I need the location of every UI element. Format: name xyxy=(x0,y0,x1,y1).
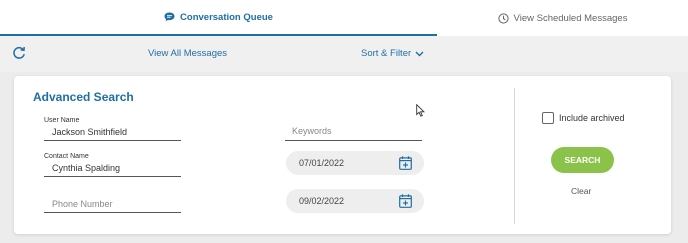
keywords-field[interactable]: Keywords xyxy=(280,122,440,142)
contact-name-field[interactable]: Contact Name Cynthia Spalding xyxy=(33,153,193,177)
contact-name-value: Cynthia Spalding xyxy=(52,163,121,173)
tab-bar: Conversation Queue View Scheduled Messag… xyxy=(0,0,688,36)
chat-bubble-icon xyxy=(164,12,175,22)
calendar-plus-icon[interactable] xyxy=(399,194,412,208)
tab-conversation-queue[interactable]: Conversation Queue xyxy=(0,0,437,36)
phone-number-underline xyxy=(44,212,181,213)
start-date-value: 07/01/2022 xyxy=(299,158,345,168)
toolbar: View All Messages Sort & Filter xyxy=(0,36,688,72)
contact-name-underline xyxy=(44,176,181,177)
chevron-down-icon xyxy=(415,51,424,56)
contact-name-label: Contact Name xyxy=(44,153,89,160)
view-all-messages-link[interactable]: View All Messages xyxy=(148,48,227,59)
user-name-label: User Name xyxy=(44,117,80,124)
tab-view-scheduled-messages-label: View Scheduled Messages xyxy=(513,12,628,24)
search-button[interactable]: SEARCH xyxy=(551,147,614,173)
tab-conversation-queue-label: Conversation Queue xyxy=(180,11,273,23)
advanced-search-panel: Advanced Search User Name Jackson Smithf… xyxy=(14,76,671,234)
calendar-plus-icon[interactable] xyxy=(399,156,412,170)
include-archived-checkbox[interactable] xyxy=(542,112,554,124)
end-date-field[interactable]: 09/02/2022 xyxy=(286,189,424,213)
sort-filter-label: Sort & Filter xyxy=(361,48,412,59)
keywords-underline xyxy=(285,140,422,141)
sort-filter-toggle[interactable]: Sort & Filter xyxy=(361,48,424,59)
tab-view-scheduled-messages[interactable]: View Scheduled Messages xyxy=(437,0,688,36)
clear-button[interactable]: Clear xyxy=(571,186,591,196)
clock-icon xyxy=(497,12,509,24)
user-name-value: Jackson Smithfield xyxy=(52,127,128,137)
advanced-search-title: Advanced Search xyxy=(33,90,134,104)
panel-divider xyxy=(514,88,515,224)
include-archived-label: Include archived xyxy=(559,113,625,123)
phone-number-placeholder: Phone Number xyxy=(52,199,113,209)
refresh-icon[interactable] xyxy=(11,45,27,61)
start-date-field[interactable]: 07/01/2022 xyxy=(286,151,424,175)
phone-number-field[interactable]: Phone Number xyxy=(33,194,193,214)
mouse-pointer-icon xyxy=(416,104,425,117)
user-name-field[interactable]: User Name Jackson Smithfield xyxy=(33,117,193,141)
user-name-underline xyxy=(44,140,181,141)
keywords-placeholder: Keywords xyxy=(292,126,332,136)
end-date-value: 09/02/2022 xyxy=(299,196,345,206)
